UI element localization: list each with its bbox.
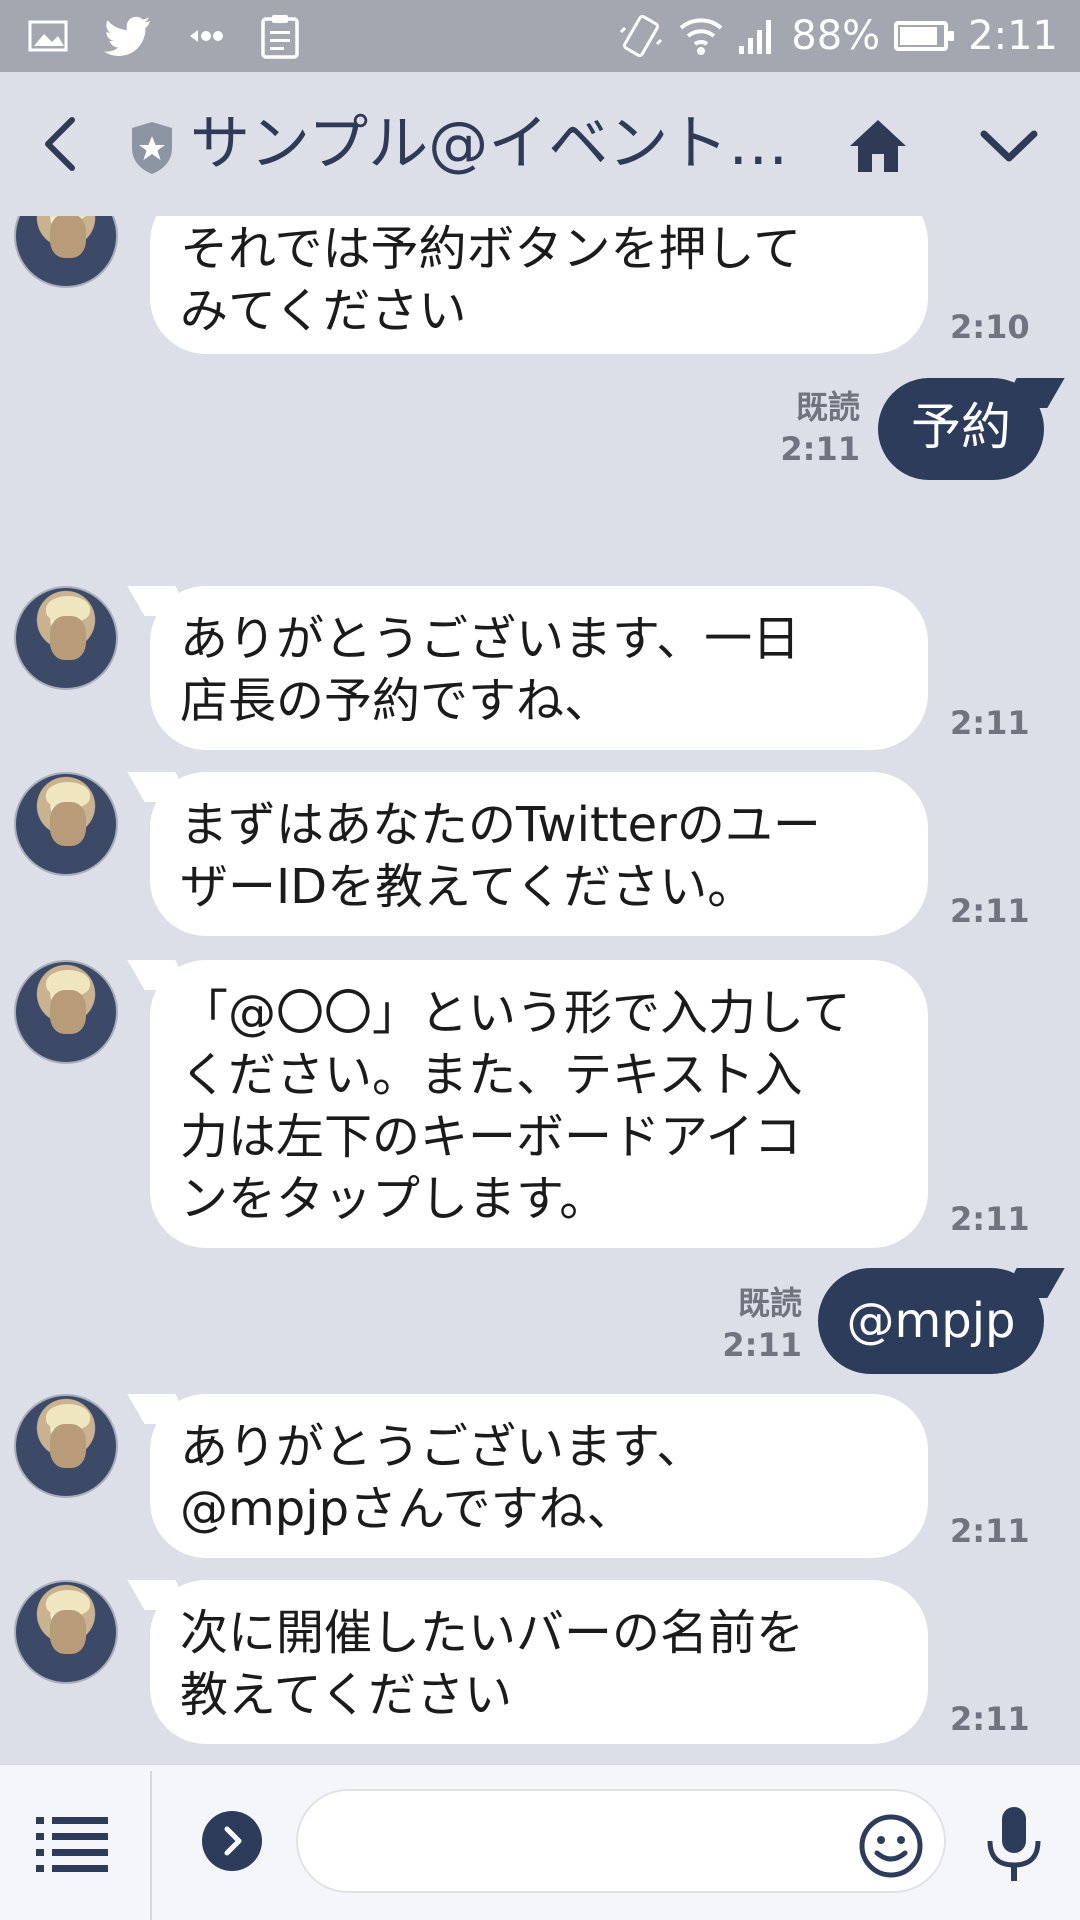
message-bubble-incoming[interactable]: それでは予約ボタンを押して みてください	[150, 216, 928, 354]
message-time: 2:11	[722, 1326, 802, 1364]
chat-header: サンプル@イベント…	[0, 72, 1080, 216]
message-time: 2:11	[950, 1200, 1030, 1238]
chevron-down-icon[interactable]	[978, 124, 1040, 168]
message-time: 2:11	[950, 704, 1030, 742]
chevron-right-icon	[224, 1826, 242, 1856]
message-bubble-incoming[interactable]: 「@〇〇」という形で入力して ください。また、テキスト入 力は左下のキーボードアイコ…	[150, 960, 928, 1248]
read-label: 既読	[737, 1284, 802, 1322]
chat-title: サンプル@イベント…	[190, 109, 789, 179]
battery-fill	[900, 27, 938, 45]
avatar[interactable]	[14, 216, 118, 288]
message-time: 2:11	[780, 430, 860, 468]
message-bubble-incoming[interactable]: まずはあなたのTwitterのユー ザーIDを教えてください。	[150, 772, 928, 936]
avatar[interactable]	[14, 1580, 118, 1684]
read-receipt: 既読 2:11	[780, 386, 860, 470]
wifi-icon	[679, 18, 723, 55]
twitter-icon	[104, 16, 150, 56]
vibrate-icon	[620, 15, 663, 57]
expand-button[interactable]	[202, 1811, 262, 1871]
avatar[interactable]	[14, 772, 118, 876]
message-input[interactable]	[296, 1789, 946, 1893]
message-time: 2:11	[950, 892, 1030, 930]
clipboard-icon	[261, 15, 299, 59]
input-bar	[0, 1764, 1080, 1920]
image-icon	[28, 20, 68, 52]
status-left-icons	[28, 10, 300, 62]
message-bubble-incoming[interactable]: ありがとうございます、 @mpjpさんですね、	[150, 1394, 928, 1558]
message-time: 2:11	[950, 1700, 1030, 1738]
message-bubble-outgoing[interactable]: @mpjp	[818, 1268, 1044, 1374]
divider	[150, 1771, 152, 1920]
status-right: 88% 2:11	[617, 8, 1058, 64]
avatar[interactable]	[14, 586, 118, 690]
message-time: 2:11	[950, 1512, 1030, 1550]
message-bubble-incoming[interactable]: 次に開催したいバーの名前を 教えてください	[150, 1580, 928, 1744]
message-time: 2:10	[950, 308, 1030, 346]
home-icon[interactable]	[846, 116, 910, 176]
message-bubble-incoming[interactable]: ありがとうございます、一日 店長の予約ですね、	[150, 586, 928, 750]
dots-icon	[190, 30, 223, 42]
official-shield-icon	[132, 122, 172, 174]
emoji-icon[interactable]	[858, 1813, 924, 1879]
chat-area[interactable]: それでは予約ボタンを押して みてください 2:10 既読 2:11 予約 ありがと…	[0, 216, 1080, 1764]
status-time: 2:11	[968, 13, 1058, 59]
message-bubble-outgoing[interactable]: 予約	[878, 378, 1044, 480]
status-bar: 88% 2:11	[0, 0, 1080, 72]
signal-icon	[739, 20, 772, 54]
back-arrow-icon[interactable]	[36, 114, 86, 174]
microphone-icon[interactable]	[984, 1805, 1044, 1885]
menu-list-icon[interactable]	[34, 1811, 110, 1875]
read-receipt: 既読 2:11	[722, 1282, 802, 1366]
battery-icon	[894, 21, 955, 51]
read-label: 既読	[795, 388, 860, 426]
avatar[interactable]	[14, 960, 118, 1064]
battery-percent: 88%	[791, 13, 881, 59]
avatar[interactable]	[14, 1394, 118, 1498]
